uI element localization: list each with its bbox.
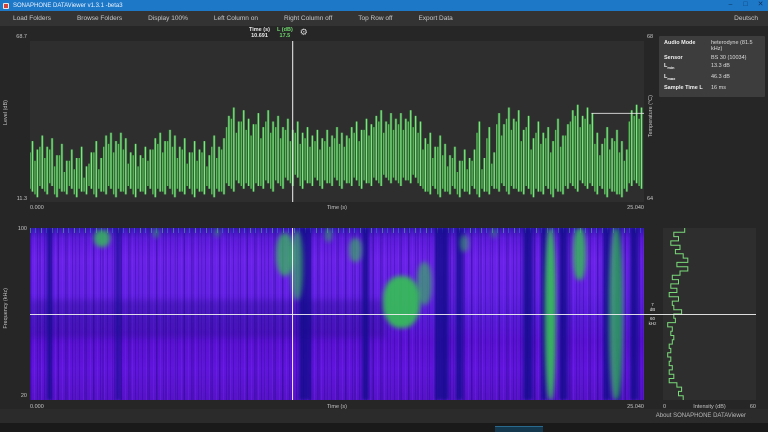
freq-tick-min: 20: [8, 393, 27, 399]
level-xaxis-label: Time (s): [30, 205, 644, 211]
level-tick-min: 11.3: [8, 196, 27, 202]
spectrogram-green-blob: [383, 276, 420, 328]
readout-time-value: 10.691: [251, 33, 268, 40]
app-window: SONAPHONE DATAViewer v1.3.1 -beta3 – □ ✕…: [0, 0, 768, 432]
info-label: Audio Mode: [664, 40, 711, 52]
window-bottom-accent: [495, 426, 543, 432]
app-icon: [3, 3, 9, 9]
menu-item-right-column-off[interactable]: Right Column off: [271, 11, 345, 26]
cursor-frequency-tag: 60 kHz: [644, 316, 661, 326]
menu-item-display-100-[interactable]: Display 100%: [135, 11, 201, 26]
temperature-axis-label: Temperature (°C): [648, 95, 654, 137]
info-row: SensorBS 30 (10034): [664, 55, 760, 61]
level-chart[interactable]: [30, 41, 644, 202]
menu-bar: Load FoldersBrowse FoldersDisplay 100%Le…: [0, 11, 768, 26]
info-label: Lmin: [664, 63, 711, 71]
readout-level-value: 17.5: [280, 33, 291, 40]
maximize-icon[interactable]: □: [738, 0, 753, 11]
minimize-icon[interactable]: –: [723, 0, 738, 11]
info-row: Sample Time L16 ms: [664, 85, 760, 91]
spectrogram-green-blob: [349, 238, 361, 262]
spectrogram-green-blob: [491, 228, 497, 238]
spectrogram-green-blob: [94, 230, 109, 247]
info-value: BS 30 (10034): [711, 55, 760, 61]
info-label: Sensor: [664, 55, 711, 61]
temp-tick-min: 64: [644, 196, 659, 202]
info-value: 46.3 dB: [711, 74, 760, 82]
temp-tick-max: 68: [644, 34, 659, 40]
spectrogram-green-blob: [417, 262, 432, 305]
level-axis-label: Level (dB): [3, 100, 9, 125]
menu-item-language[interactable]: Deutsch: [724, 15, 768, 22]
spectrogram-dark-region: [30, 300, 386, 338]
cursor-intensity-tag: 7 dB: [644, 302, 661, 312]
window-bottom-strip: [0, 423, 768, 432]
menu-item-export-data[interactable]: Export Data: [405, 11, 465, 26]
menu-items: Load FoldersBrowse FoldersDisplay 100%Le…: [0, 11, 466, 26]
spectrogram-green-blob: [460, 235, 469, 252]
window-controls: – □ ✕: [723, 0, 768, 11]
spectrogram-green-blob: [325, 228, 332, 242]
menu-item-load-folders[interactable]: Load Folders: [0, 11, 64, 26]
about-link[interactable]: About SONAPHONE DATAViewer: [656, 413, 768, 419]
measurement-info-panel: Audio Modeheterodyne (81.5 kHz)SensorBS …: [659, 36, 765, 97]
close-icon[interactable]: ✕: [753, 0, 768, 11]
spectrogram-green-blob: [573, 228, 585, 280]
level-tick-max: 68.7: [8, 34, 27, 40]
status-bar: About SONAPHONE DATAViewer: [0, 409, 768, 423]
info-value: 13.3 dB: [711, 63, 760, 71]
info-row: Lmax46.3 dB: [664, 74, 760, 82]
menu-item-left-column-on[interactable]: Left Column on: [201, 11, 271, 26]
freq-tick-max: 100: [8, 226, 27, 232]
info-value: 16 ms: [711, 85, 760, 91]
spectrogram-green-blob: [153, 228, 159, 238]
menu-item-top-row-off[interactable]: Top Row off: [345, 11, 405, 26]
spectrogram-green-blob: [214, 228, 220, 237]
frequency-cursor-line[interactable]: [30, 314, 756, 315]
gear-icon[interactable]: ⚙: [300, 27, 308, 37]
info-row: Audio Modeheterodyne (81.5 kHz): [664, 40, 760, 52]
menu-item-browse-folders[interactable]: Browse Folders: [64, 11, 135, 26]
cursor-readout: Time (s) 10.691 L (dB) 17.5 ⚙: [249, 27, 308, 40]
window-title: SONAPHONE DATAViewer v1.3.1 -beta3: [13, 3, 123, 9]
title-bar: SONAPHONE DATAViewer v1.3.1 -beta3 – □ ✕: [0, 0, 768, 11]
info-label: Sample Time L: [664, 85, 711, 91]
info-row: Lmin13.3 dB: [664, 63, 760, 71]
frequency-axis-label: Frequency (kHz): [3, 288, 9, 329]
info-label: Lmax: [664, 74, 711, 82]
info-value: heterodyne (81.5 kHz): [711, 40, 760, 52]
